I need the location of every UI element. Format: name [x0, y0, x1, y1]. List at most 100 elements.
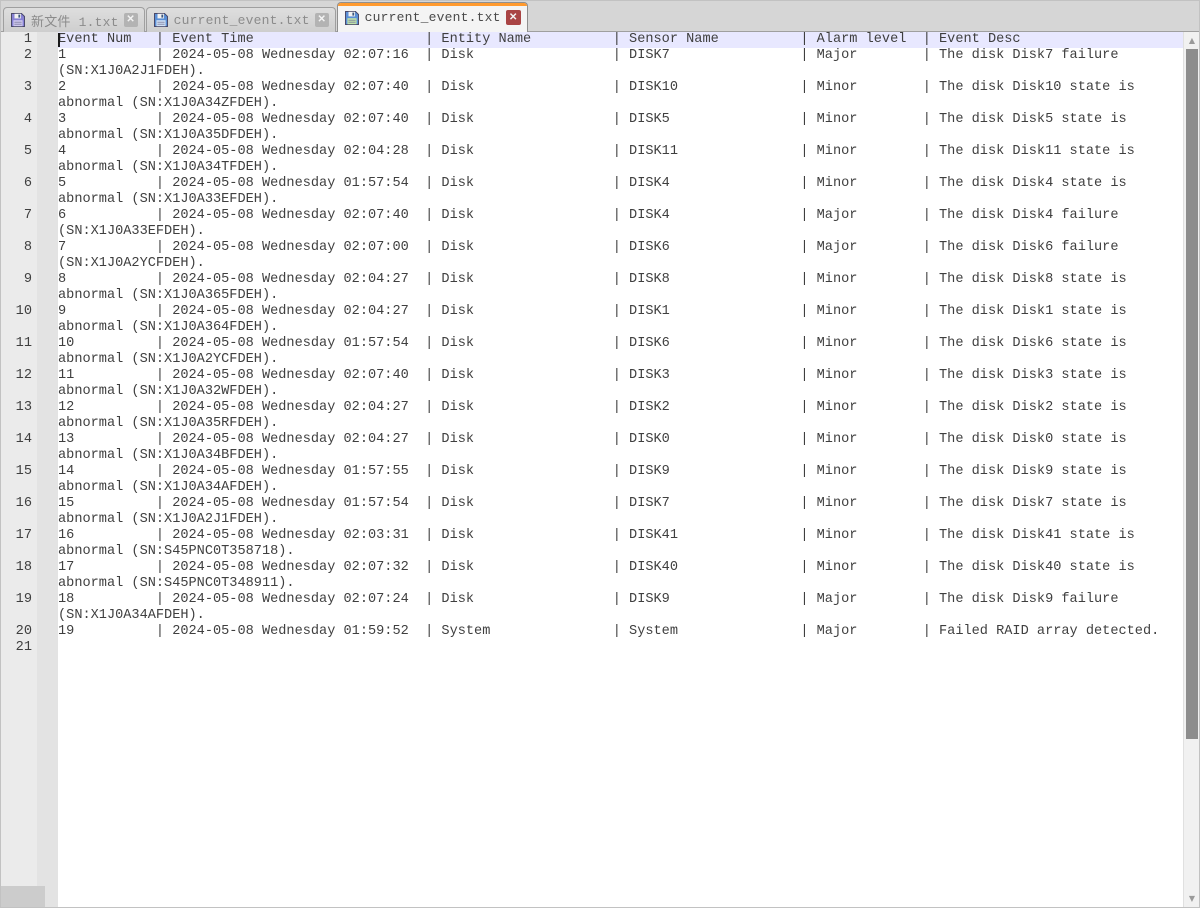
code-line: abnormal (SN:X1J0A2YCFDEH). — [58, 352, 1183, 368]
vertical-scrollbar[interactable]: ▲ ▼ — [1183, 32, 1199, 907]
code-line: 14 | 2024-05-08 Wednesday 01:57:55 | Dis… — [58, 464, 1183, 480]
line-number: 4 — [1, 112, 32, 128]
line-number — [1, 576, 32, 592]
code-line: abnormal (SN:X1J0A34ZFDEH). — [58, 96, 1183, 112]
code-line: abnormal (SN:X1J0A33EFDEH). — [58, 192, 1183, 208]
line-number — [1, 384, 32, 400]
line-number — [1, 480, 32, 496]
code-line: 19 | 2024-05-08 Wednesday 01:59:52 | Sys… — [58, 624, 1183, 640]
line-number — [1, 416, 32, 432]
code-line: 18 | 2024-05-08 Wednesday 02:07:24 | Dis… — [58, 592, 1183, 608]
floppy-disk-icon — [153, 12, 169, 28]
code-line: 11 | 2024-05-08 Wednesday 02:07:40 | Dis… — [58, 368, 1183, 384]
code-line: 6 | 2024-05-08 Wednesday 02:07:40 | Disk… — [58, 208, 1183, 224]
file-tab[interactable]: current_event.txt ✕ — [146, 7, 336, 32]
line-number: 18 — [1, 560, 32, 576]
close-icon[interactable]: ✕ — [506, 10, 521, 25]
code-line: (SN:X1J0A2YCFDEH). — [58, 256, 1183, 272]
tab-title: current_event.txt — [174, 13, 310, 28]
line-number — [1, 64, 32, 80]
line-number — [1, 128, 32, 144]
line-number: 2 — [1, 48, 32, 64]
code-line: 12 | 2024-05-08 Wednesday 02:04:27 | Dis… — [58, 400, 1183, 416]
code-line: abnormal (SN:X1J0A365FDEH). — [58, 288, 1183, 304]
code-line: 2 | 2024-05-08 Wednesday 02:07:40 | Disk… — [58, 80, 1183, 96]
line-number: 19 — [1, 592, 32, 608]
code-line: 5 | 2024-05-08 Wednesday 01:57:54 | Disk… — [58, 176, 1183, 192]
close-icon[interactable]: ✕ — [315, 13, 329, 27]
header-code-line: Event Num | Event Time | Entity Name | S… — [58, 32, 1183, 48]
line-number — [1, 608, 32, 624]
editor-pane: 123456789101112131415161718192021 Event … — [1, 32, 1199, 907]
code-line: 16 | 2024-05-08 Wednesday 02:03:31 | Dis… — [58, 528, 1183, 544]
code-line: 17 | 2024-05-08 Wednesday 02:07:32 | Dis… — [58, 560, 1183, 576]
line-number: 1 — [1, 32, 32, 48]
code-line: 4 | 2024-05-08 Wednesday 02:04:28 | Disk… — [58, 144, 1183, 160]
line-number: 20 — [1, 624, 32, 640]
code-line: abnormal (SN:X1J0A35RFDEH). — [58, 416, 1183, 432]
code-line — [58, 640, 1183, 656]
line-number: 5 — [1, 144, 32, 160]
line-number — [1, 352, 32, 368]
code-line: 8 | 2024-05-08 Wednesday 02:04:27 | Disk… — [58, 272, 1183, 288]
line-number — [1, 288, 32, 304]
code-line: 1 | 2024-05-08 Wednesday 02:07:16 | Disk… — [58, 48, 1183, 64]
scroll-up-arrow-icon[interactable]: ▲ — [1184, 32, 1200, 49]
line-number — [1, 320, 32, 336]
code-line: abnormal (SN:X1J0A34BFDEH). — [58, 448, 1183, 464]
code-line: 10 | 2024-05-08 Wednesday 01:57:54 | Dis… — [58, 336, 1183, 352]
code-line: 9 | 2024-05-08 Wednesday 02:04:27 | Disk… — [58, 304, 1183, 320]
code-line: abnormal (SN:X1J0A2J1FDEH). — [58, 512, 1183, 528]
bookmark-margin — [37, 32, 58, 907]
scroll-down-arrow-icon[interactable]: ▼ — [1184, 890, 1200, 907]
line-number: 7 — [1, 208, 32, 224]
code-line: abnormal (SN:X1J0A35DFDEH). — [58, 128, 1183, 144]
code-line: abnormal (SN:X1J0A364FDEH). — [58, 320, 1183, 336]
line-number — [1, 448, 32, 464]
line-number: 15 — [1, 464, 32, 480]
code-line: abnormal (SN:S45PNC0T348911). — [58, 576, 1183, 592]
code-line: 3 | 2024-05-08 Wednesday 02:07:40 | Disk… — [58, 112, 1183, 128]
code-line: abnormal (SN:X1J0A34AFDEH). — [58, 480, 1183, 496]
line-number — [1, 224, 32, 240]
line-number: 10 — [1, 304, 32, 320]
tab-bar: 新文件 1.txt ✕ current_event.txt ✕ current_… — [1, 1, 1199, 32]
gutter-bottom-corner — [1, 886, 45, 907]
line-number: 8 — [1, 240, 32, 256]
line-number: 11 — [1, 336, 32, 352]
line-number — [1, 96, 32, 112]
line-number — [1, 512, 32, 528]
line-number: 12 — [1, 368, 32, 384]
line-number — [1, 256, 32, 272]
scrollbar-thumb[interactable] — [1186, 49, 1198, 739]
floppy-disk-icon — [10, 12, 26, 28]
line-number — [1, 160, 32, 176]
file-tab[interactable]: 新文件 1.txt ✕ — [3, 7, 145, 32]
code-line: abnormal (SN:X1J0A32WFDEH). — [58, 384, 1183, 400]
line-number: 16 — [1, 496, 32, 512]
line-number-gutter: 123456789101112131415161718192021 — [1, 32, 37, 907]
line-number: 6 — [1, 176, 32, 192]
code-line: (SN:X1J0A34AFDEH). — [58, 608, 1183, 624]
code-line: 7 | 2024-05-08 Wednesday 02:07:00 | Disk… — [58, 240, 1183, 256]
line-number: 21 — [1, 640, 32, 656]
line-number: 3 — [1, 80, 32, 96]
editor-window: 新文件 1.txt ✕ current_event.txt ✕ current_… — [0, 0, 1200, 908]
code-line: (SN:X1J0A2J1FDEH). — [58, 64, 1183, 80]
code-line: 15 | 2024-05-08 Wednesday 01:57:54 | Dis… — [58, 496, 1183, 512]
tab-title: current_event.txt — [365, 10, 501, 25]
line-number: 13 — [1, 400, 32, 416]
editor-text-area[interactable]: Event Num | Event Time | Entity Name | S… — [58, 32, 1183, 907]
line-number: 17 — [1, 528, 32, 544]
code-line: abnormal (SN:S45PNC0T358718). — [58, 544, 1183, 560]
floppy-disk-icon — [344, 10, 360, 26]
tab-title: 新文件 1.txt — [31, 11, 119, 30]
line-number: 9 — [1, 272, 32, 288]
close-icon[interactable]: ✕ — [124, 13, 138, 27]
code-line: 13 | 2024-05-08 Wednesday 02:04:27 | Dis… — [58, 432, 1183, 448]
line-number — [1, 544, 32, 560]
line-number — [1, 192, 32, 208]
file-tab[interactable]: current_event.txt ✕ — [337, 2, 528, 32]
code-line: (SN:X1J0A33EFDEH). — [58, 224, 1183, 240]
line-number: 14 — [1, 432, 32, 448]
